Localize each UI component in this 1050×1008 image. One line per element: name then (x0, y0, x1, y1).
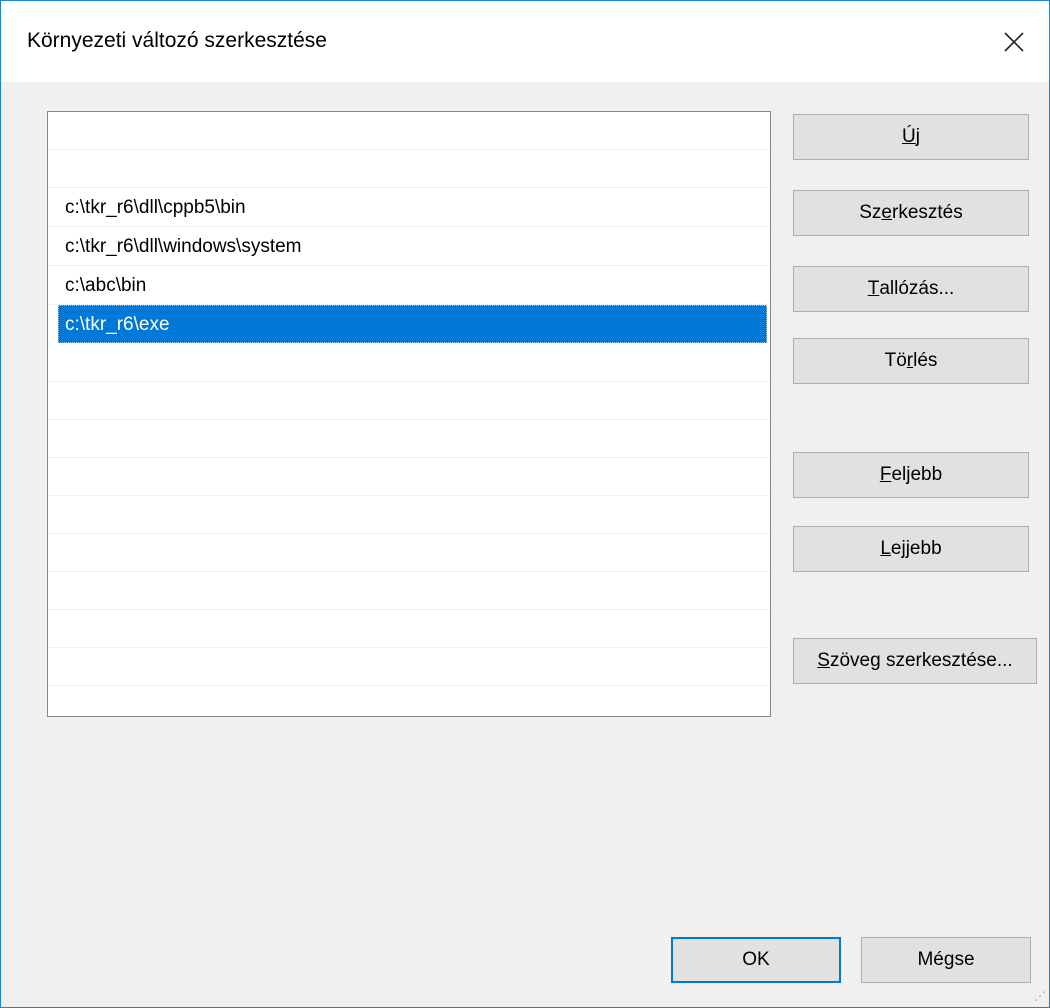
edit-button-label-post: rkesztés (892, 202, 963, 223)
browse-button[interactable]: Tallózás... (793, 266, 1029, 312)
ok-button[interactable]: OK (671, 937, 841, 983)
browse-button-label-post: allózás... (879, 278, 955, 299)
ok-button-label: OK (742, 949, 770, 970)
delete-button-label-post: lés (913, 350, 938, 371)
list-item-empty[interactable] (48, 458, 770, 496)
move-up-button-label-post: eljebb (891, 464, 943, 485)
list-item-empty[interactable] (48, 382, 770, 420)
edit-text-button-label-post: zöveg szerkesztése... (829, 650, 1013, 671)
delete-button-label-pre: Tö (884, 350, 907, 371)
new-button[interactable]: Új (793, 114, 1029, 160)
close-button[interactable] (979, 1, 1049, 82)
title-bar: Környezeti változó szerkesztése (1, 1, 1049, 82)
window-title: Környezeti változó szerkesztése (27, 29, 327, 52)
list-item[interactable]: c:\tkr_r6\dll\cppb5\bin (48, 189, 770, 227)
edit-button[interactable]: Sz e rkesztés (793, 190, 1029, 236)
list-item-text: c:\tkr_r6\dll\cppb5\bin (65, 197, 246, 218)
list-item[interactable] (48, 150, 770, 188)
cancel-button-label: Mégse (917, 949, 975, 970)
list-item-text: c:\tkr_r6\exe (65, 314, 170, 335)
edit-button-mnemonic: e (881, 202, 892, 223)
list-item-empty[interactable] (48, 496, 770, 534)
move-down-button[interactable]: Lejjebb (793, 526, 1029, 572)
list-item-text: c:\tkr_r6\dll\windows\system (65, 236, 302, 257)
edit-environment-variable-dialog: Környezeti változó szerkesztése c:\tkr_r… (0, 0, 1050, 1008)
cancel-button[interactable]: Mégse (861, 937, 1031, 983)
list-item-empty[interactable] (48, 420, 770, 458)
move-down-button-label-post: ejjebb (890, 538, 942, 559)
path-list[interactable]: c:\tkr_r6\dll\cppb5\bin c:\tkr_r6\dll\wi… (47, 111, 771, 717)
edit-text-button[interactable]: Szöveg szerkesztése... (793, 638, 1037, 684)
list-item-empty[interactable] (48, 344, 770, 382)
edit-text-button-mnemonic: S (817, 650, 830, 671)
list-item-text: c:\abc\bin (65, 275, 147, 296)
list-item-empty[interactable] (48, 534, 770, 572)
browse-button-mnemonic: T (867, 278, 880, 299)
list-item-empty[interactable] (48, 686, 770, 716)
list-item-empty[interactable] (48, 572, 770, 610)
delete-button[interactable]: Tö r lés (793, 338, 1029, 384)
move-up-button-mnemonic: F (879, 464, 892, 485)
edit-button-label-pre: Sz (859, 202, 882, 223)
move-down-button-mnemonic: L (880, 538, 891, 559)
list-item-empty[interactable] (48, 648, 770, 686)
new-button-mnemonic: Ú (902, 126, 916, 147)
list-item[interactable]: c:\abc\bin (48, 267, 770, 305)
new-button-label-post: j (915, 126, 920, 147)
resize-grip-icon[interactable]: ⋰ (1034, 989, 1046, 1003)
list-item-selected[interactable]: c:\tkr_r6\exe (58, 305, 767, 343)
list-item-empty[interactable] (48, 610, 770, 648)
list-item[interactable] (48, 112, 770, 150)
list-item[interactable]: c:\tkr_r6\dll\windows\system (48, 228, 770, 266)
close-icon (1004, 31, 1024, 52)
move-up-button[interactable]: Feljebb (793, 452, 1029, 498)
